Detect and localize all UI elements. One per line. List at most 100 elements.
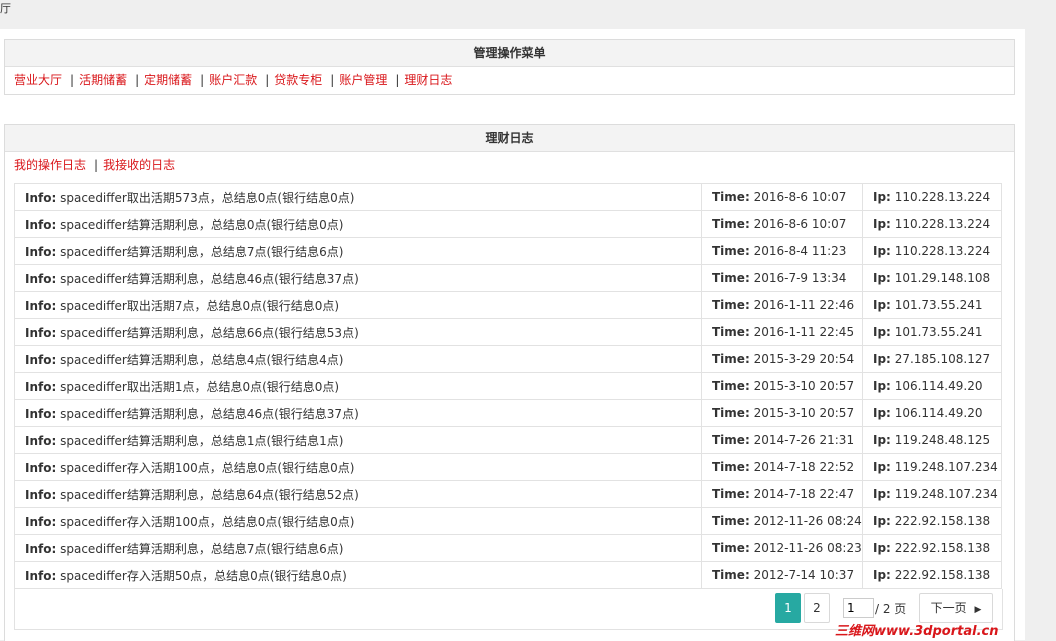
log-label-ip: Ip:: [873, 244, 891, 258]
log-label-ip: Ip:: [873, 541, 891, 555]
log-label-info: Info:: [25, 433, 57, 448]
log-value-ip: 27.185.108.127: [894, 352, 991, 366]
log-value-ip: 106.114.49.20: [894, 406, 983, 420]
log-cell-time: Time: 2012-7-14 10:37: [701, 561, 863, 589]
table-row: Info: spacediffer取出活期573点，总结息0点(银行结息0点) T…: [14, 183, 1002, 211]
log-label-time: Time:: [712, 514, 750, 528]
watermark: 三维网www.3dportal.cn: [835, 624, 999, 639]
log-panel-title: 理财日志: [5, 125, 1014, 152]
log-cell-info: Info: spacediffer结算活期利息，总结息46点(银行结息37点): [14, 264, 702, 292]
menu-link-current-deposit[interactable]: 活期储蓄: [79, 73, 127, 87]
log-cell-time: Time: 2015-3-10 20:57: [701, 399, 863, 427]
log-cell-info: Info: spacediffer结算活期利息，总结息7点(银行结息6点): [14, 237, 702, 265]
page-button-2[interactable]: 2: [804, 593, 830, 623]
menu-separator: |: [94, 158, 99, 172]
log-cell-ip: Ip: 110.228.13.224: [862, 183, 1002, 211]
log-label-ip: Ip:: [873, 379, 891, 393]
log-value-time: 2012-11-26 08:24: [753, 514, 862, 528]
log-label-info: Info:: [25, 352, 57, 367]
menu-panel: 管理操作菜单 营业大厅 | 活期储蓄 | 定期储蓄 | 账户汇款 | 贷款专柜 | 账户管理 | 理财日…: [4, 39, 1015, 95]
log-value-ip: 119.248.107.234: [894, 487, 998, 501]
log-cell-info: Info: spacediffer存入活期100点，总结息0点(银行结息0点): [14, 453, 702, 481]
table-row: Info: spacediffer结算活期利息，总结息4点(银行结息4点) Tim…: [14, 345, 1002, 373]
log-cell-info: Info: spacediffer结算活期利息，总结息1点(银行结息1点): [14, 426, 702, 454]
received-log-link[interactable]: 我接收的日志: [103, 158, 175, 172]
next-page-button[interactable]: 下一页 ▶: [919, 593, 993, 623]
menu-link-fixed-deposit[interactable]: 定期储蓄: [144, 73, 192, 87]
table-row: Info: spacediffer结算活期利息，总结息7点(银行结息6点) Tim…: [14, 237, 1002, 265]
page-button-1[interactable]: 1: [775, 593, 801, 623]
log-cell-info: Info: spacediffer结算活期利息，总结息64点(银行结息52点): [14, 480, 702, 508]
log-cell-time: Time: 2016-1-11 22:46: [701, 291, 863, 319]
log-cell-time: Time: 2012-11-26 08:24: [701, 507, 863, 535]
log-label-info: Info:: [25, 541, 57, 556]
log-cell-ip: Ip: 101.73.55.241: [862, 291, 1002, 319]
menu-link-hall[interactable]: 营业大厅: [14, 73, 62, 87]
menu-separator: |: [265, 73, 270, 87]
log-label-time: Time:: [712, 217, 750, 231]
log-cell-time: Time: 2016-8-4 11:23: [701, 237, 863, 265]
menu-separator: |: [395, 73, 400, 87]
log-cell-ip: Ip: 119.248.107.234: [862, 453, 1002, 481]
menu-separator: |: [330, 73, 335, 87]
log-value-time: 2012-11-26 08:23: [753, 541, 862, 555]
log-cell-info: Info: spacediffer取出活期573点，总结息0点(银行结息0点): [14, 183, 702, 211]
log-label-time: Time:: [712, 190, 750, 204]
log-cell-info: Info: spacediffer结算活期利息，总结息0点(银行结息0点): [14, 210, 702, 238]
table-row: Info: spacediffer结算活期利息，总结息7点(银行结息6点) Tim…: [14, 534, 1002, 562]
log-value-ip: 110.228.13.224: [894, 217, 991, 231]
log-label-info: Info:: [25, 325, 57, 340]
log-label-ip: Ip:: [873, 325, 891, 339]
log-value-info: spacediffer结算活期利息，总结息1点(银行结息1点): [60, 433, 344, 448]
menu-panel-title: 管理操作菜单: [5, 40, 1014, 67]
log-cell-ip: Ip: 119.248.107.234: [862, 480, 1002, 508]
table-row: Info: spacediffer结算活期利息，总结息0点(银行结息0点) Tim…: [14, 210, 1002, 238]
log-label-ip: Ip:: [873, 460, 891, 474]
menu-link-loan[interactable]: 贷款专柜: [274, 73, 322, 87]
log-label-ip: Ip:: [873, 217, 891, 231]
table-row: Info: spacediffer结算活期利息，总结息66点(银行结息53点) T…: [14, 318, 1002, 346]
menu-link-finance-log[interactable]: 理财日志: [404, 73, 452, 87]
log-value-ip: 101.73.55.241: [894, 298, 983, 312]
log-label-info: Info:: [25, 568, 57, 583]
log-label-time: Time:: [712, 325, 750, 339]
menu-link-account-management[interactable]: 账户管理: [339, 73, 387, 87]
next-page-label: 下一页: [930, 601, 967, 615]
log-cell-time: Time: 2014-7-18 22:52: [701, 453, 863, 481]
log-label-time: Time:: [712, 271, 750, 285]
menu-separator: |: [70, 73, 75, 87]
log-label-ip: Ip:: [873, 271, 891, 285]
menu-link-remittance[interactable]: 账户汇款: [209, 73, 257, 87]
page-total: / 2 页: [875, 602, 907, 616]
log-cell-ip: Ip: 101.29.148.108: [862, 264, 1002, 292]
log-label-time: Time:: [712, 406, 750, 420]
my-operation-log-link[interactable]: 我的操作日志: [14, 158, 86, 172]
log-value-info: spacediffer结算活期利息，总结息46点(银行结息37点): [60, 406, 359, 421]
table-row: Info: spacediffer存入活期50点，总结息0点(银行结息0点) Ti…: [14, 561, 1002, 589]
log-label-ip: Ip:: [873, 487, 891, 501]
log-label-time: Time:: [712, 487, 750, 501]
log-label-info: Info:: [25, 379, 57, 394]
log-cell-info: Info: spacediffer结算活期利息，总结息4点(银行结息4点): [14, 345, 702, 373]
log-value-ip: 110.228.13.224: [894, 244, 991, 258]
menu-separator: |: [200, 73, 205, 87]
log-label-ip: Ip:: [873, 190, 891, 204]
log-value-ip: 119.248.48.125: [894, 433, 991, 447]
log-label-time: Time:: [712, 541, 750, 555]
log-value-time: 2014-7-18 22:52: [753, 460, 855, 474]
log-cell-info: Info: spacediffer结算活期利息，总结息66点(银行结息53点): [14, 318, 702, 346]
page-jump-input[interactable]: [843, 598, 874, 618]
log-cell-time: Time: 2015-3-10 20:57: [701, 372, 863, 400]
log-value-time: 2016-8-6 10:07: [753, 217, 847, 231]
log-cell-time: Time: 2016-1-11 22:45: [701, 318, 863, 346]
log-label-time: Time:: [712, 379, 750, 393]
log-label-ip: Ip:: [873, 298, 891, 312]
log-label-ip: Ip:: [873, 568, 891, 582]
log-cell-info: Info: spacediffer结算活期利息，总结息7点(银行结息6点): [14, 534, 702, 562]
log-cell-time: Time: 2016-8-6 10:07: [701, 183, 863, 211]
log-label-ip: Ip:: [873, 433, 891, 447]
log-label-ip: Ip:: [873, 352, 891, 366]
log-cell-ip: Ip: 101.73.55.241: [862, 318, 1002, 346]
log-value-time: 2016-1-11 22:45: [753, 325, 855, 339]
log-cell-ip: Ip: 222.92.158.138: [862, 561, 1002, 589]
